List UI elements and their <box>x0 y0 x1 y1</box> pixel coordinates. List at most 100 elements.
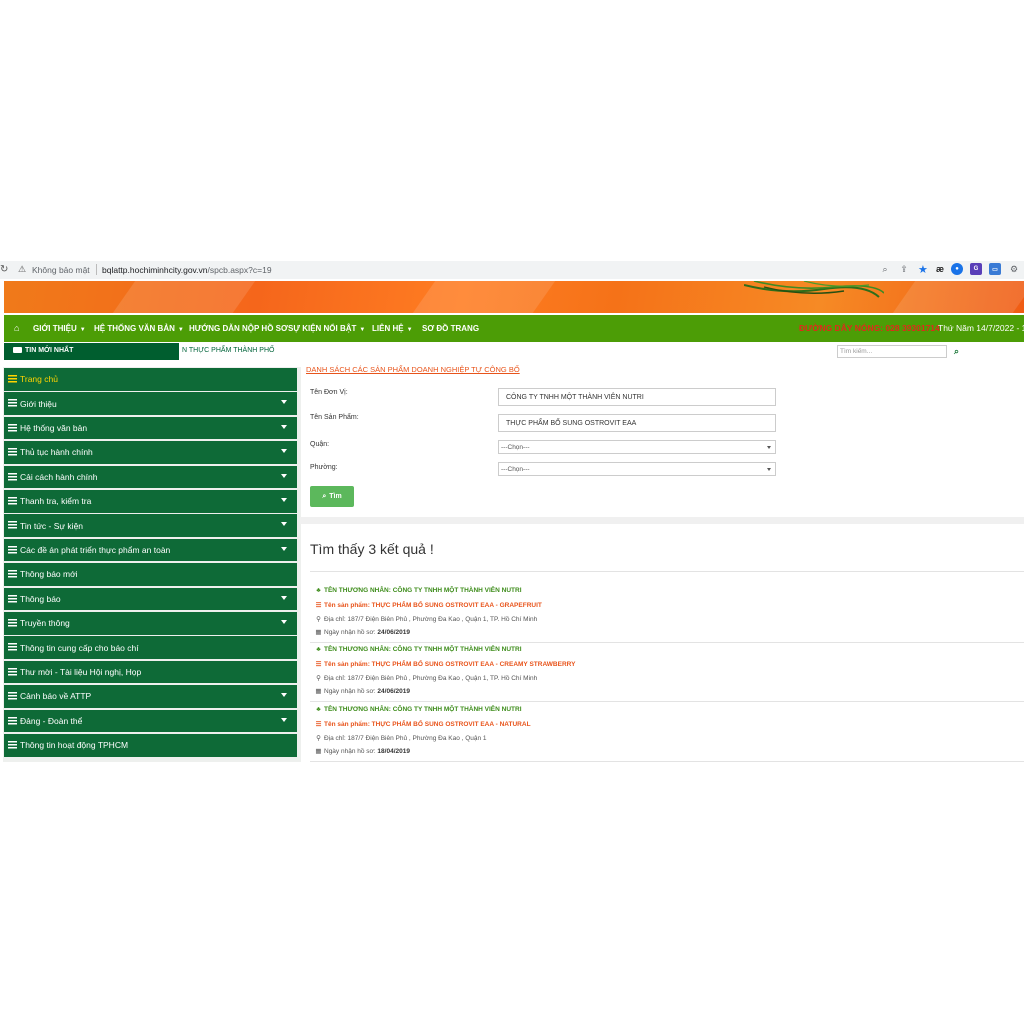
nav-item-so-do-trang[interactable]: SƠ ĐỒ TRANG <box>422 324 479 333</box>
share-icon[interactable]: ⇪ <box>898 263 910 275</box>
news-ticker[interactable]: N THỰC PHẨM THÀNH PHỐ <box>182 347 274 354</box>
list-icon <box>8 594 17 603</box>
settings-gear-icon[interactable]: ⚙ <box>1008 263 1020 275</box>
date-label: Ngày nhận hồ sơ: <box>324 629 376 636</box>
result-product[interactable]: ☰ Tên sản phẩm: THỰC PHẨM BỔ SUNG OSTROVI… <box>315 660 576 668</box>
list-icon: ☰ <box>315 661 322 668</box>
ward-select[interactable]: ---Chọn--- <box>498 462 776 476</box>
leaf-icon: ♣ <box>316 706 321 713</box>
site-banner <box>4 281 1024 313</box>
result-merchant[interactable]: ♣ TÊN THƯƠNG NHÂN: CÔNG TY TNHH MỘT THÀNH… <box>315 646 521 653</box>
map-marker-icon: ⚲ <box>316 616 321 623</box>
sidebar-item[interactable]: Hệ thống văn bản <box>4 416 297 440</box>
sidebar-item[interactable]: Thư mời - Tài liệu Hội nghị, Họp <box>4 660 297 684</box>
chevron-down-icon[interactable] <box>281 595 287 600</box>
sidebar-item[interactable]: Thông báo mới <box>4 563 297 586</box>
zoom-icon[interactable]: ⌕ <box>879 263 891 275</box>
list-icon <box>8 716 17 725</box>
chevron-down-icon[interactable] <box>281 546 287 551</box>
current-date: Thứ Năm 14/7/2022 - 13 <box>938 323 1024 333</box>
banner-streak <box>412 281 556 313</box>
date-label: Ngày nhận hồ sơ: <box>324 688 376 695</box>
calendar-icon: ▦ <box>315 748 322 755</box>
banner-streak <box>112 281 256 313</box>
sidebar-item[interactable]: Thủ tục hành chính <box>4 441 297 464</box>
result-product-text: Tên sản phẩm: THỰC PHẨM BỔ SUNG OSTROVIT… <box>324 661 576 668</box>
list-icon <box>8 521 17 530</box>
security-label[interactable]: Không bảo mật <box>32 265 90 275</box>
ae-extension-icon[interactable]: æ <box>936 263 944 275</box>
sidebar-item-label: Thông tin hoạt động TPHCM <box>20 740 129 751</box>
sidebar-item[interactable]: Thông tin cung cấp cho báo chí <box>4 636 297 659</box>
list-icon: ☰ <box>315 602 322 609</box>
search-button[interactable]: ⌕ Tìm <box>310 486 354 507</box>
chevron-down-icon[interactable] <box>281 620 287 624</box>
sidebar-item[interactable]: Truyền thông <box>4 612 297 635</box>
result-merchant[interactable]: ♣ TÊN THƯƠNG NHÂN: CÔNG TY TNHH MỘT THÀNH… <box>315 587 521 594</box>
result-product[interactable]: ☰ Tên sản phẩm: THỰC PHẨM BỔ SUNG OSTROVI… <box>315 601 542 609</box>
extension-purple-icon[interactable]: G <box>970 263 982 275</box>
product-name-input[interactable]: THỰC PHẨM BỔ SUNG OSTROVIT EAA <box>498 414 776 432</box>
result-merchant[interactable]: ♣ TÊN THƯƠNG NHÂN: CÔNG TY TNHH MỘT THÀNH… <box>315 706 521 713</box>
nav-item-gioi-thieu[interactable]: GIỚI THIỆU ▼ <box>33 324 86 333</box>
unit-name-input[interactable]: CÔNG TY TNHH MỘT THÀNH VIÊN NUTRI <box>498 388 776 406</box>
sidebar-item[interactable]: Đảng - Đoàn thể <box>4 709 297 733</box>
chevron-down-icon[interactable] <box>281 400 287 405</box>
district-select[interactable]: ---Chọn--- <box>498 440 776 454</box>
result-date: ▦ Ngày nhận hồ sơ: 18/04/2019 <box>315 747 410 755</box>
sidebar-item-label: Truyền thông <box>20 618 70 629</box>
divider <box>310 701 1024 702</box>
unit-label: Tên Đơn Vị: <box>310 389 348 396</box>
result-date: ▦ Ngày nhận hồ sơ: 24/06/2019 <box>315 628 410 636</box>
sidebar-item[interactable]: Cải cách hành chính <box>4 465 297 489</box>
chevron-down-icon[interactable] <box>281 449 287 454</box>
sidebar-item[interactable]: Cảnh báo về ATTP <box>4 685 297 708</box>
sidebar-item[interactable]: Tin tức - Sự kiện <box>4 514 297 537</box>
extension-blue-icon[interactable]: ● <box>951 263 963 275</box>
nav-item-he-thong-van-ban[interactable]: HỆ THỐNG VĂN BẢN ▼ <box>94 324 184 333</box>
result-item: ♣ TÊN THƯƠNG NHÂN: CÔNG TY TNHH MỘT THÀNH… <box>315 586 1015 642</box>
search-icon[interactable]: ⌕ <box>954 346 959 357</box>
sidebar-item[interactable]: Thông báo <box>4 587 297 611</box>
result-product-text: Tên sản phẩm: THỰC PHẨM BỔ SUNG OSTROVIT… <box>324 602 542 609</box>
product-label: Tên Sản Phẩm: <box>310 414 359 421</box>
nav-item-huong-dan-nop-ho-so[interactable]: HƯỚNG DẪN NỘP HỒ SƠ <box>189 324 288 333</box>
sidebar-item-label: Đảng - Đoàn thể <box>20 715 83 726</box>
url-host: bqlattp.hochiminhcity.gov.vn <box>102 265 208 275</box>
list-icon <box>8 399 17 408</box>
ward-selected-value: ---Chọn--- <box>501 466 530 473</box>
chevron-down-icon[interactable] <box>281 424 287 429</box>
warning-icon[interactable]: ⚠ <box>18 264 26 275</box>
page-title[interactable]: DANH SÁCH CÁC SẢN PHẨM DOANH NGHIỆP TỰ C… <box>306 365 520 374</box>
result-product[interactable]: ☰ Tên sản phẩm: THỰC PHẨM BỔ SUNG OSTROVI… <box>315 720 531 728</box>
browser-address-bar: ↻ ⚠ Không bảo mật bqlattp.hochiminhcity.… <box>0 261 1024 279</box>
sidebar-item[interactable]: Giới thiệu <box>4 392 297 415</box>
extension-card-icon[interactable]: ▭ <box>989 263 1001 275</box>
chevron-down-icon[interactable] <box>281 473 287 478</box>
list-icon <box>8 619 17 627</box>
latest-news-label: TIN MỚI NHẤT <box>4 343 179 360</box>
sidebar-item-label: Tin tức - Sự kiện <box>20 520 84 531</box>
search-icon: ⌕ <box>322 492 327 500</box>
chevron-down-icon[interactable] <box>281 717 287 722</box>
sidebar-item[interactable]: Thanh tra, kiểm tra <box>4 490 297 513</box>
site-search-input[interactable]: Tìm kiếm... <box>837 345 947 358</box>
reload-icon[interactable]: ↻ <box>0 264 8 275</box>
url-field[interactable]: bqlattp.hochiminhcity.gov.vn/spcb.aspx?c… <box>102 265 272 275</box>
sidebar-item[interactable]: Trang chủ <box>4 368 297 391</box>
bookmark-star-icon[interactable]: ★ <box>917 263 929 276</box>
sidebar-item-label: Thông báo mới <box>20 569 78 580</box>
chevron-down-icon[interactable] <box>281 693 287 698</box>
chevron-down-icon: ▼ <box>406 327 413 333</box>
list-icon <box>8 375 17 383</box>
sidebar-item-label: Thông tin cung cấp cho báo chí <box>20 642 139 653</box>
nav-item-lien-he[interactable]: LIÊN HỆ ▼ <box>372 324 413 333</box>
nav-item-su-kien-noi-bat[interactable]: SỰ KIỆN NỔI BẬT ▼ <box>288 324 365 333</box>
result-address-text: Địa chỉ: 187/7 Điện Biên Phủ , Phường Đa… <box>324 675 538 682</box>
sidebar-item[interactable]: Các đề án phát triển thực phẩm an toàn <box>4 538 297 562</box>
chevron-down-icon[interactable] <box>281 522 287 527</box>
home-icon[interactable]: ⌂ <box>14 323 19 333</box>
chevron-down-icon[interactable] <box>281 498 287 502</box>
sidebar-item[interactable]: Thông tin hoạt động TPHCM <box>4 734 297 757</box>
sidebar-item-label: Trang chủ <box>20 374 58 385</box>
